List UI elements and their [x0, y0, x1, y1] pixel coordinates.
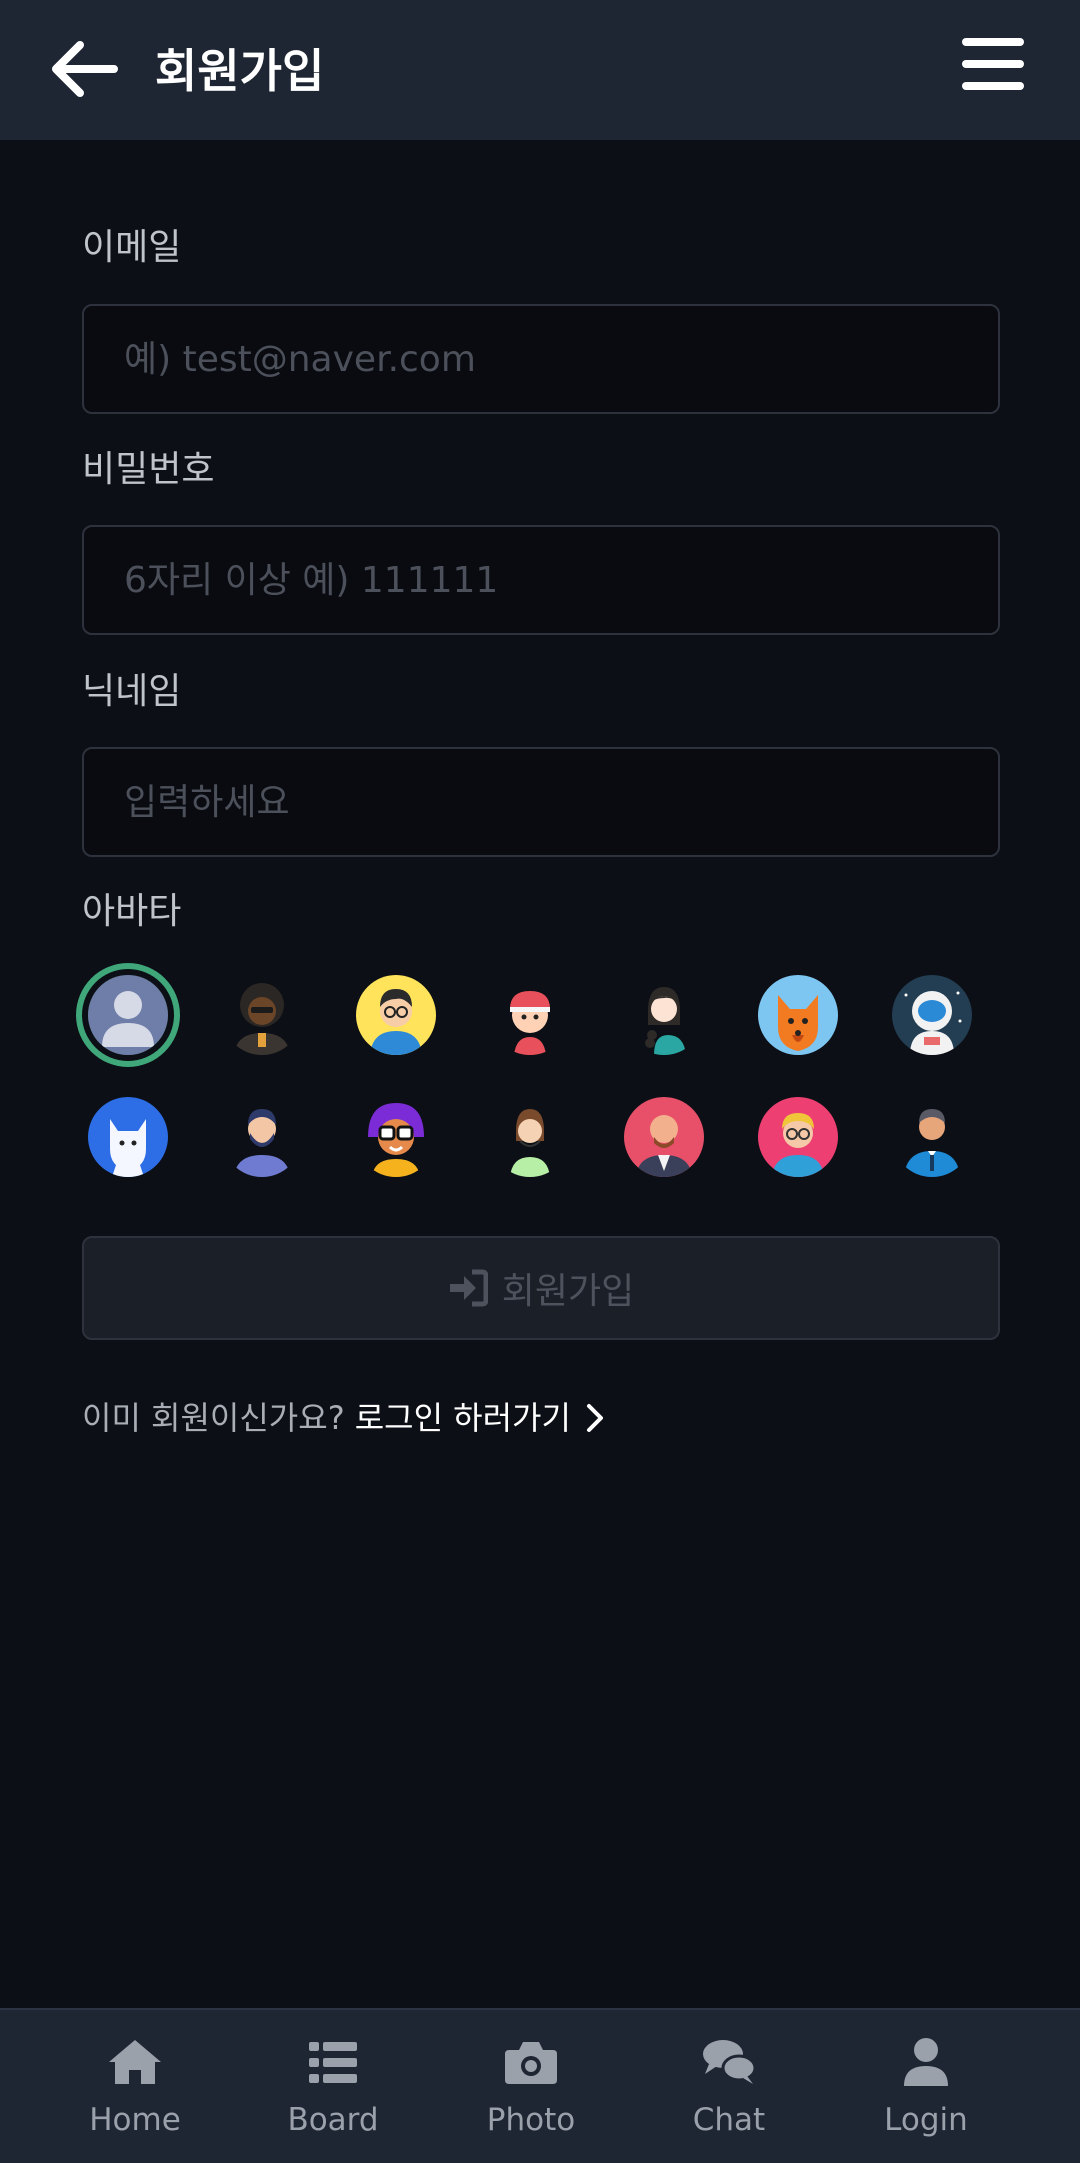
- blonde-glasses-avatar-icon: [758, 1097, 838, 1177]
- avatar-option-businessman[interactable]: [892, 1097, 972, 1177]
- arrow-left-icon: [52, 41, 118, 97]
- nav-item-photo[interactable]: Photo: [451, 2034, 611, 2144]
- avatar-option-bearded-man[interactable]: [222, 1097, 302, 1177]
- man-afro-sunglasses-avatar-icon: [222, 975, 302, 1055]
- avatar-option-kid-cap[interactable]: [490, 975, 570, 1055]
- avatar-label: 아바타: [82, 891, 182, 932]
- go-to-login-link[interactable]: 로그인 하러가기: [355, 1396, 605, 1440]
- nav-item-chat[interactable]: Chat: [649, 2034, 809, 2144]
- user-icon: [904, 2038, 948, 2086]
- avatar-option-white-cat[interactable]: [88, 1097, 168, 1177]
- home-icon: [109, 2040, 161, 2084]
- avatar-option-default-user[interactable]: [88, 975, 168, 1055]
- avatar-option-blonde-glasses[interactable]: [758, 1097, 838, 1177]
- bald-man-avatar-icon: [624, 1097, 704, 1177]
- avatar-option-fox[interactable]: [758, 975, 838, 1055]
- nickname-label: 닉네임: [82, 671, 182, 712]
- login-prompt: 이미 회원이신가요? 로그인 하러가기: [82, 1396, 605, 1440]
- nav-item-login[interactable]: Login: [846, 2034, 1006, 2144]
- woman-glasses-yellow-avatar-icon: [356, 975, 436, 1055]
- nav-label-chat: Chat: [692, 2102, 766, 2138]
- default-user-avatar-icon: [88, 975, 168, 1055]
- white-cat-avatar-icon: [88, 1097, 168, 1177]
- camera-icon: [505, 2042, 557, 2084]
- nav-label-photo: Photo: [486, 2102, 576, 2138]
- woman-braid-avatar-icon: [624, 975, 704, 1055]
- avatar-option-astronaut[interactable]: [892, 975, 972, 1055]
- password-input[interactable]: [82, 525, 1000, 635]
- avatar-option-bald-man[interactable]: [624, 1097, 704, 1177]
- email-input[interactable]: [82, 304, 1000, 414]
- bottom-navigation: Home Board Photo Chat Login: [0, 2008, 1080, 2163]
- password-label: 비밀번호: [82, 449, 215, 490]
- woman-green-shirt-avatar-icon: [490, 1097, 570, 1177]
- signup-submit-label: 회원가입: [501, 1271, 635, 1312]
- go-to-login-label: 로그인 하러가기: [354, 1399, 571, 1437]
- list-icon: [309, 2042, 357, 2083]
- nav-label-board: Board: [287, 2102, 379, 2138]
- sign-in-icon: [449, 1269, 488, 1307]
- businessman-avatar-icon: [892, 1097, 972, 1177]
- avatar-option-afro-man[interactable]: [222, 975, 302, 1055]
- back-button[interactable]: [50, 36, 120, 102]
- chevron-right-icon: [586, 1404, 603, 1432]
- hamburger-menu-button[interactable]: [962, 38, 1028, 96]
- chat-bubbles-icon: [703, 2040, 757, 2084]
- nav-item-home[interactable]: Home: [55, 2034, 215, 2144]
- signup-page: 회원가입 이메일 비밀번호 닉네임 아바타: [0, 0, 1080, 2163]
- signup-submit-button[interactable]: 회원가입: [82, 1236, 1000, 1340]
- nav-item-board[interactable]: Board: [253, 2034, 413, 2144]
- email-label: 이메일: [82, 227, 182, 268]
- bearded-man-avatar-icon: [222, 1097, 302, 1177]
- fox-avatar-icon: [758, 975, 838, 1055]
- nav-label-login: Login: [884, 2102, 968, 2138]
- astronaut-avatar-icon: [892, 975, 972, 1055]
- app-header: 회원가입: [0, 0, 1080, 140]
- avatar-option-purple-hair[interactable]: [356, 1097, 436, 1177]
- hamburger-menu-icon: [962, 38, 1024, 46]
- purple-hair-glasses-avatar-icon: [356, 1097, 436, 1177]
- kid-cap-avatar-icon: [490, 975, 570, 1055]
- login-question-text: 이미 회원이신가요?: [82, 1399, 345, 1437]
- page-title: 회원가입: [155, 44, 325, 98]
- avatar-option-yellow-woman[interactable]: [356, 975, 436, 1055]
- nav-label-home: Home: [89, 2102, 181, 2138]
- nickname-input[interactable]: [82, 747, 1000, 857]
- avatar-option-green-shirt-woman[interactable]: [490, 1097, 570, 1177]
- avatar-option-braid-woman[interactable]: [624, 975, 704, 1055]
